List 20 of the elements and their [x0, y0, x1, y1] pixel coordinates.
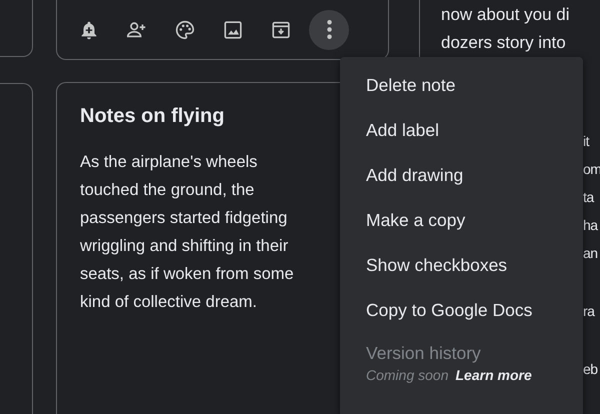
note-card-background	[0, 0, 33, 57]
note-text: an	[583, 244, 599, 263]
note-text: it	[583, 132, 590, 151]
note-text: dozers story into	[441, 32, 567, 54]
note-text: kind of collective dream.	[80, 292, 257, 313]
note-text: touched the ground, the	[80, 180, 254, 201]
note-text: eb	[583, 360, 599, 379]
note-text: wriggling and shifting in their	[80, 236, 288, 257]
note-text: seats, as if woken from some	[80, 264, 294, 285]
note-text: ha	[583, 216, 599, 235]
note-title: Notes on flying	[80, 105, 226, 128]
note-text: As the airplane's wheels	[80, 152, 258, 173]
note-text: ra	[583, 302, 596, 321]
palette-icon	[174, 18, 196, 40]
note-text: ta	[583, 188, 596, 207]
image-icon	[222, 18, 244, 40]
more-icon	[326, 20, 332, 39]
more-button[interactable]	[309, 10, 349, 50]
note-text: passengers started fidgeting	[80, 208, 288, 229]
note-text: now about you di	[441, 4, 571, 26]
